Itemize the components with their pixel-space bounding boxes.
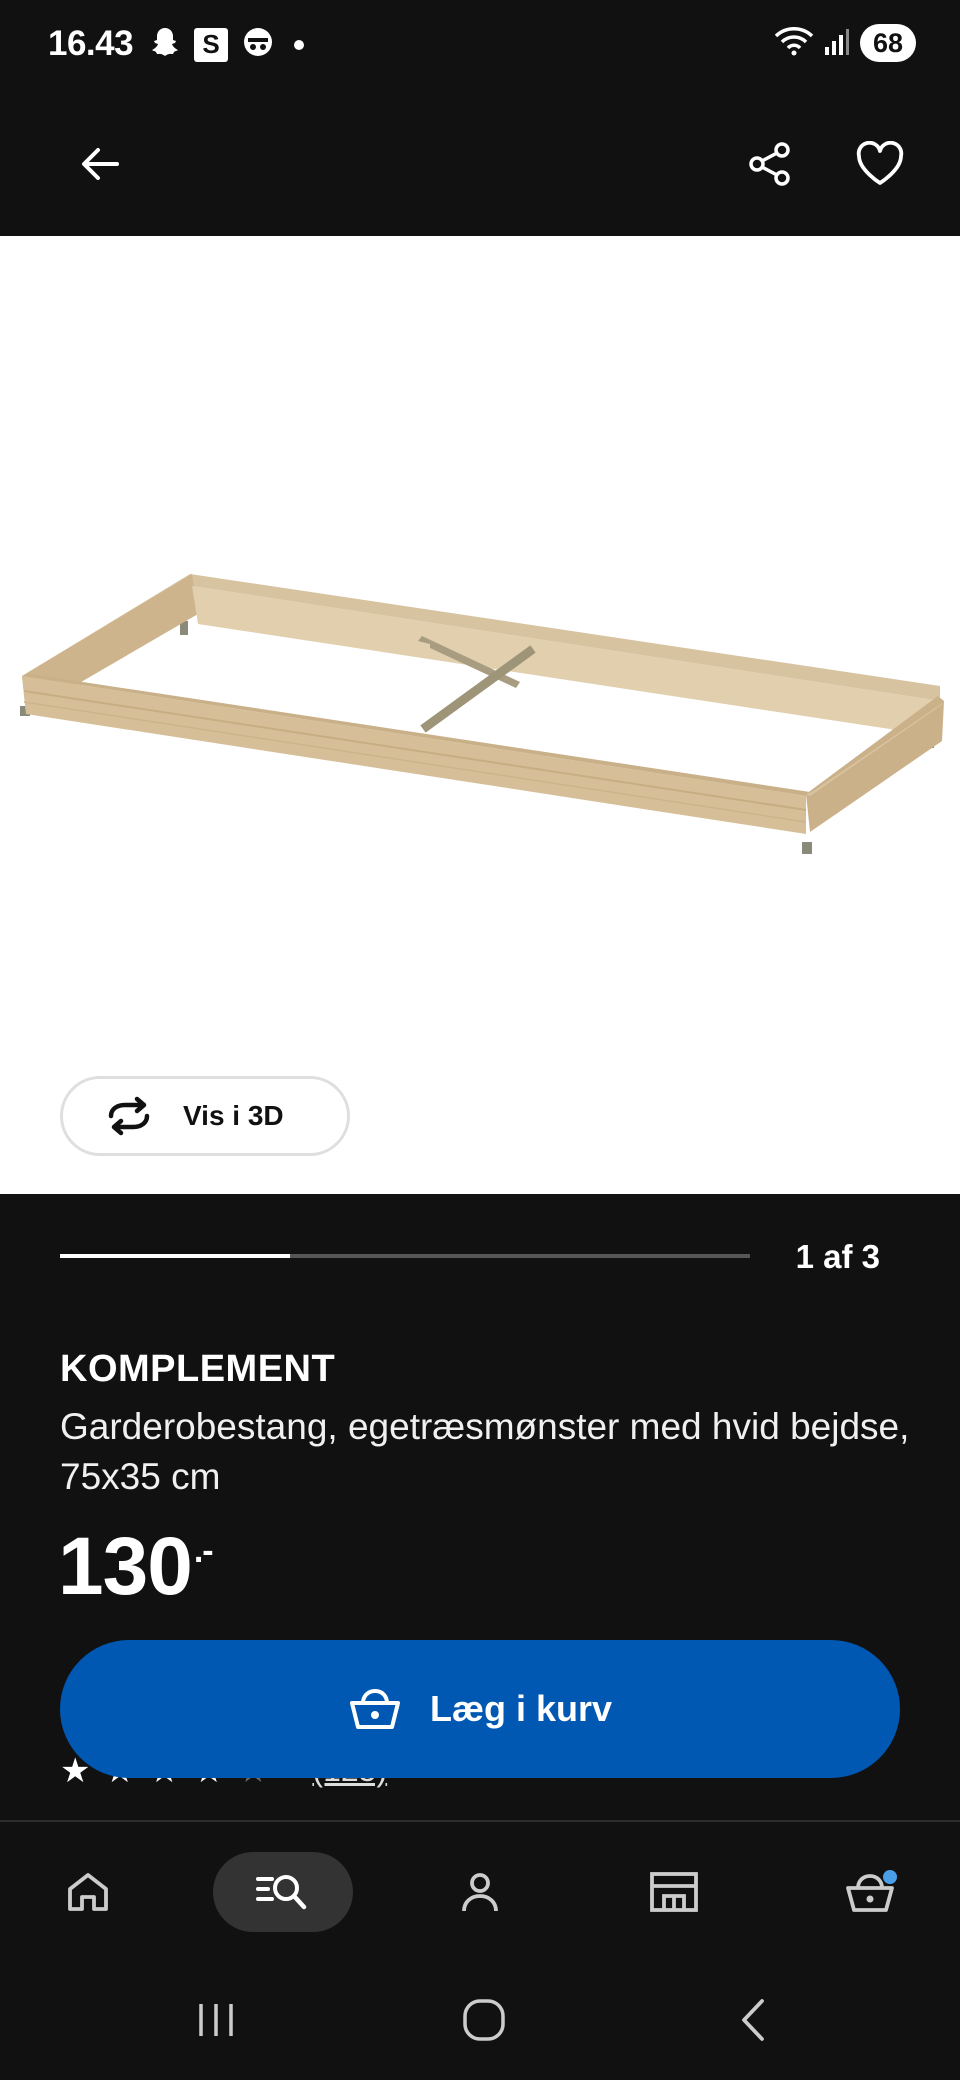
arrow-left-icon [82, 148, 119, 180]
home-circle-icon [463, 1999, 505, 2041]
product-image [20, 574, 944, 854]
view-3d-label: Vis i 3D [183, 1100, 284, 1131]
system-back-icon [742, 1999, 764, 2041]
carousel-progress-bar [60, 1254, 750, 1258]
product-price: 130 .- [58, 1520, 214, 1614]
status-system-icons: 68 [774, 24, 916, 62]
product-image-carousel[interactable]: Vis i 3D [0, 236, 960, 1194]
back-system-button[interactable] [714, 1990, 794, 2050]
rotate-3d-icon [108, 1096, 150, 1136]
favorite-button[interactable] [836, 120, 924, 208]
back-button[interactable] [56, 120, 144, 208]
app-header [0, 92, 960, 236]
view-3d-button[interactable]: Vis i 3D [60, 1076, 350, 1156]
battery-indicator: 68 [860, 24, 916, 62]
basket-icon [349, 1688, 400, 1729]
status-notification-icons: S [150, 26, 304, 63]
person-icon [462, 1873, 498, 1912]
status-time: 16.43 [48, 24, 134, 63]
price-value: 130 [58, 1521, 193, 1612]
nav-profile[interactable] [440, 1852, 520, 1932]
notification-dot [294, 39, 304, 50]
recent-apps-button[interactable] [176, 1990, 256, 2050]
bottom-navigation [0, 1820, 960, 1960]
status-bar: 16.43 S 68 [0, 0, 960, 92]
carousel-pager: 1 af 3 [795, 1238, 880, 1275]
nav-cart[interactable] [832, 1852, 912, 1932]
product-brand: KOMPLEMENT [60, 1348, 336, 1390]
nav-home[interactable] [48, 1852, 128, 1932]
add-to-cart-label: Læg i kurv [429, 1688, 613, 1729]
share-button[interactable] [726, 120, 814, 208]
price-suffix: .- [193, 1532, 214, 1570]
heart-icon [856, 141, 904, 185]
signal-icon [824, 27, 850, 60]
nav-search[interactable] [213, 1852, 353, 1932]
home-system-button[interactable] [444, 1990, 524, 2050]
incognito-icon [242, 26, 274, 63]
home-icon [68, 1873, 108, 1911]
carousel-progress-fill [60, 1254, 290, 1258]
store-icon [650, 1872, 698, 1912]
wifi-icon [774, 25, 814, 62]
search-list-icon [256, 1875, 307, 1910]
system-navigation [0, 1960, 960, 2080]
nav-stores[interactable] [634, 1852, 714, 1932]
s-app-icon: S [194, 27, 228, 62]
snapchat-icon [150, 26, 180, 63]
basket-icon [846, 1870, 897, 1912]
recent-apps-icon [199, 2004, 233, 2036]
product-description: Garderobestang, egetræsmønster med hvid … [60, 1406, 910, 1497]
add-to-cart-button[interactable]: Læg i kurv [60, 1640, 900, 1778]
share-icon [749, 142, 790, 186]
